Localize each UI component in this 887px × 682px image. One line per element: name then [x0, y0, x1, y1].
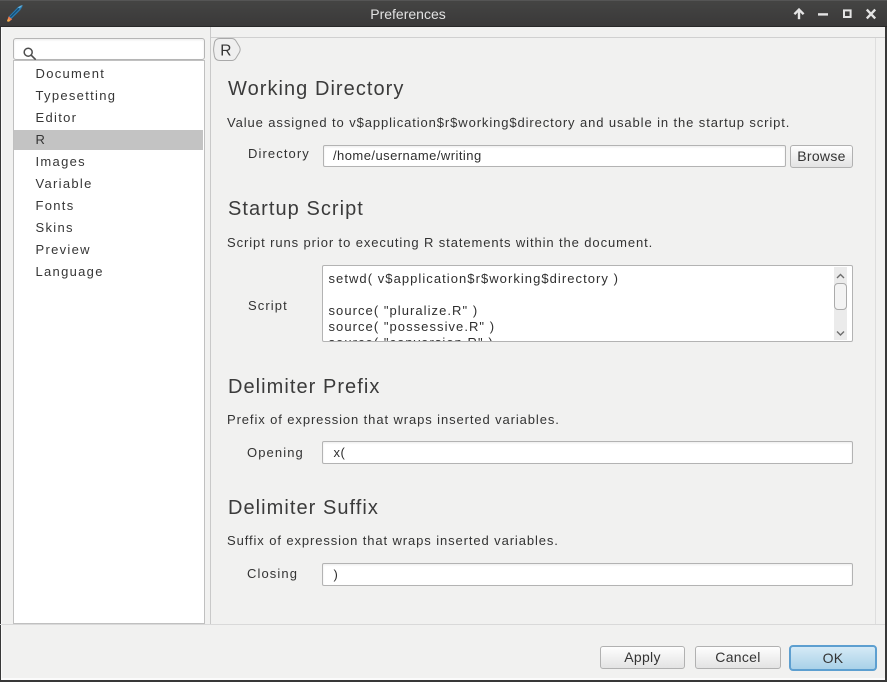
svg-text:R: R — [220, 42, 231, 59]
